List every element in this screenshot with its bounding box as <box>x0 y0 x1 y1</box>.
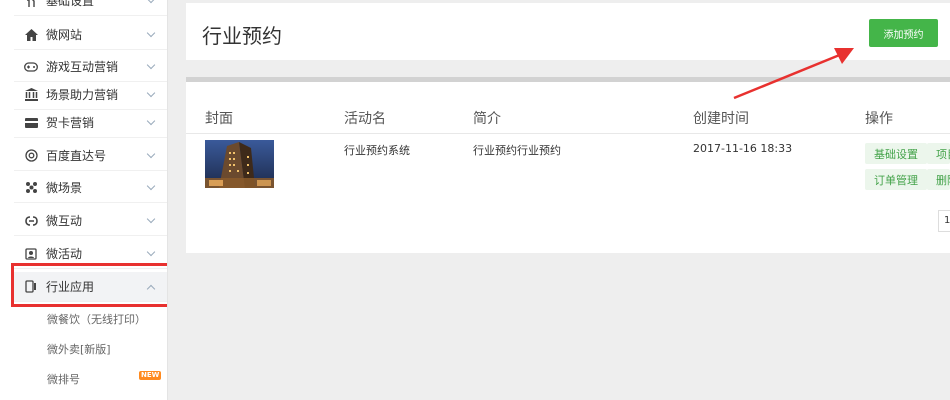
chevron-down-icon <box>146 30 156 40</box>
created-time-cell: 2017-11-16 18:33 <box>693 142 793 155</box>
chevron-down-icon <box>146 216 156 226</box>
chevron-down-icon <box>146 249 156 259</box>
intro-cell: 行业预约行业预约 <box>473 144 561 157</box>
column-header-activity-name: 活动名 <box>344 111 386 127</box>
new-badge: NEW <box>139 371 162 380</box>
sidebar-item-basic-settings[interactable]: 基础设置 <box>14 0 167 16</box>
column-header-actions: 操作 <box>865 111 893 127</box>
sidebar: 基础设置 微网站 游戏互动营销 场景助力营销 贺卡营销 百度直达号 微场景 微互… <box>0 0 168 400</box>
pagination-page[interactable]: 1 <box>938 210 950 232</box>
home-icon <box>24 28 38 42</box>
chevron-down-icon <box>146 151 156 161</box>
project-button[interactable]: 项目 <box>927 143 950 164</box>
sub-item-micro-queue[interactable]: 微排号 <box>47 371 80 387</box>
card-icon <box>24 116 38 130</box>
highlight-annotation <box>11 263 167 307</box>
order-management-button[interactable]: 订单管理 <box>865 169 927 190</box>
column-header-created-time: 创建时间 <box>693 111 749 127</box>
utensils-icon <box>24 0 38 8</box>
sidebar-item-game-marketing[interactable]: 游戏互动营销 <box>14 52 167 82</box>
bank-icon <box>24 88 38 102</box>
link-icon <box>24 214 38 228</box>
appointment-table-panel: 封面 活动名 简介 创建时间 操作 行业预约系统 行业预约行业预约 2017-1… <box>186 77 950 253</box>
column-header-intro: 简介 <box>473 111 501 127</box>
chevron-down-icon <box>146 118 156 128</box>
activity-name-cell: 行业预约系统 <box>344 144 410 157</box>
sidebar-item-greeting-card[interactable]: 贺卡营销 <box>14 108 167 138</box>
annotation-arrow-icon <box>733 48 854 100</box>
sidebar-item-scene-marketing[interactable]: 场景助力营销 <box>14 80 167 110</box>
page-title: 行业预约 <box>202 24 282 48</box>
chevron-down-icon <box>146 0 156 6</box>
sub-item-micro-dining[interactable]: 微餐饮（无线打印） <box>47 311 146 327</box>
chevron-down-icon <box>146 90 156 100</box>
chevron-down-icon <box>146 183 156 193</box>
column-header-cover: 封面 <box>205 111 233 127</box>
baidu-icon <box>24 149 38 163</box>
add-appointment-button[interactable]: 添加预约 <box>869 19 938 47</box>
delete-button[interactable]: 删除 <box>927 169 950 190</box>
sidebar-item-micro-website[interactable]: 微网站 <box>14 20 167 50</box>
chevron-down-icon <box>146 62 156 72</box>
grid-dots-icon <box>24 181 38 195</box>
table-header-divider <box>186 133 950 134</box>
activity-icon <box>24 247 38 261</box>
sub-item-micro-takeout[interactable]: 微外卖[新版] <box>47 341 111 357</box>
basic-settings-button[interactable]: 基础设置 <box>865 143 927 164</box>
sidebar-item-micro-interact[interactable]: 微互动 <box>14 206 167 236</box>
gamepad-icon <box>24 60 38 74</box>
cover-image[interactable] <box>205 140 274 188</box>
sidebar-item-micro-scene[interactable]: 微场景 <box>14 173 167 203</box>
sidebar-item-baidu[interactable]: 百度直达号 <box>14 141 167 171</box>
